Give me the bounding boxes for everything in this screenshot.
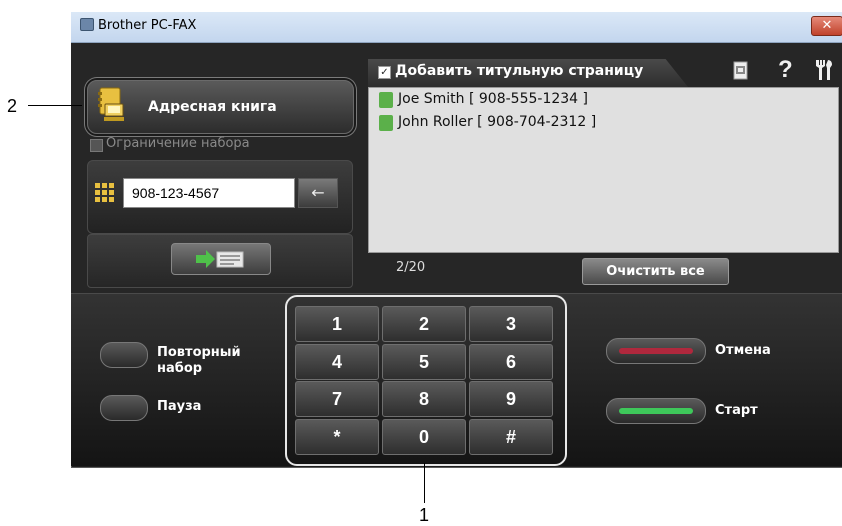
address-book-icon [98,87,124,121]
recipient-item[interactable]: John Roller [ 908-704-2312 ] [398,114,596,130]
key-9[interactable]: 9 [469,381,553,417]
contact-icon [379,115,393,131]
arrow-to-list-icon [196,250,244,268]
pause-label: Пауза [157,399,202,414]
start-indicator [619,408,693,414]
cancel-label: Отмена [715,343,771,358]
callout-2-number: 2 [7,96,18,116]
redial-label-line2: набор [157,361,203,376]
key-6[interactable]: 6 [469,344,553,380]
callout-1-line [424,463,425,503]
add-to-recipients-button[interactable] [171,243,271,275]
fax-number-input[interactable]: 908-123-4567 [123,178,295,208]
cancel-button[interactable] [606,338,706,364]
key-8[interactable]: 8 [382,381,466,417]
key-4[interactable]: 4 [295,344,379,380]
key-hash[interactable]: # [469,419,553,455]
start-label: Старт [715,403,758,418]
callout-1-number: 1 [419,505,430,525]
recipient-item[interactable]: Joe Smith [ 908-555-1234 ] [398,91,588,107]
backspace-button[interactable]: ← [298,178,338,208]
callout-2-line [28,105,82,106]
redial-label-line1: Повторный [157,345,241,360]
dial-limit-checkbox[interactable] [90,139,103,152]
pause-button[interactable] [100,395,148,421]
key-2[interactable]: 2 [382,306,466,342]
close-button[interactable]: ✕ [811,16,842,36]
recipient-list[interactable] [368,87,839,253]
address-book-label: Адресная книга [148,99,277,115]
contact-icon [379,92,393,108]
settings-tools-icon[interactable] [813,58,835,82]
fax-app-icon [80,18,94,31]
cover-page-label: Добавить титульную страницу [395,63,644,79]
help-icon[interactable]: ? [778,56,793,84]
cancel-indicator [619,348,693,354]
start-button[interactable] [606,398,706,424]
keypad-icon [95,183,114,202]
key-7[interactable]: 7 [295,381,379,417]
redial-button[interactable] [100,342,148,368]
key-star[interactable]: * [295,419,379,455]
dial-limit-label: Ограничение набора [106,136,250,151]
recipient-count: 2/20 [396,260,426,275]
cover-page-settings-icon[interactable] [733,61,749,81]
key-3[interactable]: 3 [469,306,553,342]
cover-page-checkbox[interactable]: ✓ [378,66,391,79]
key-1[interactable]: 1 [295,306,379,342]
window-title: Brother PC-FAX [98,18,197,33]
clear-all-button[interactable]: Очистить все [582,258,729,285]
key-0[interactable]: 0 [382,419,466,455]
key-5[interactable]: 5 [382,344,466,380]
